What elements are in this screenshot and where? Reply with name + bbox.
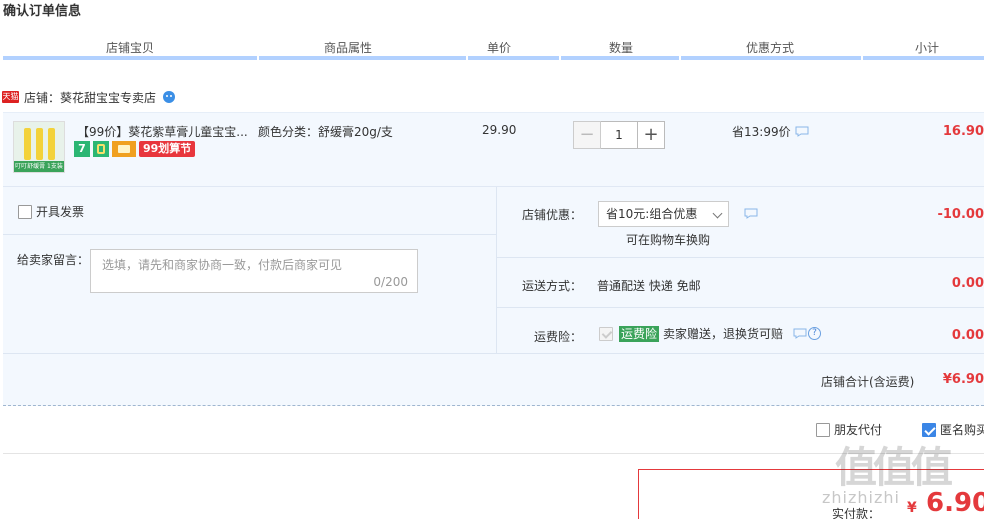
quantity-minus-button[interactable]: − (573, 121, 601, 149)
message-placeholder: 选填，请先和商家协商一致，付款后商家可见 (102, 258, 343, 272)
watermark-url: zhizhizhi (822, 488, 900, 507)
quantity-input[interactable]: 1 (601, 121, 637, 149)
col-shop-item: 店铺宝贝 (106, 41, 155, 55)
comment-icon[interactable] (744, 208, 758, 219)
invoice-option[interactable]: 开具发票 (18, 203, 84, 220)
col-bar (468, 56, 559, 60)
product-attribute: 颜色分类：舒缓膏20g/支 (258, 125, 393, 139)
promo-method: 省13:99价 (732, 123, 809, 140)
divider (3, 353, 984, 354)
insurance-value: 0.00 (951, 328, 984, 343)
col-bar (561, 56, 679, 60)
tmall-icon: 天猫 (2, 91, 19, 103)
divider (496, 187, 497, 353)
col-promo: 优惠方式 (746, 41, 795, 55)
shop-discount-value: -10.00 (937, 207, 984, 222)
item-subtotal: 16.90 (942, 124, 984, 139)
shop-discount-selected: 省10元:组合优惠 (606, 207, 698, 221)
promo-99-badge: 99划算节 (139, 141, 196, 157)
seller-message-input[interactable]: 选填，请先和商家协商一致，付款后商家可见 0/200 (90, 249, 418, 293)
thumbnail-caption: 叮叮舒缓膏 1支装 (14, 161, 64, 172)
shipping-value: 0.00 (951, 276, 984, 291)
message-char-count: 0/200 (373, 275, 408, 289)
shipping-label: 运送方式： (522, 279, 583, 293)
shop-row: 天猫 店铺：葵花甜宝宝专卖店 (2, 88, 176, 106)
promo-text: 省13:99价 (732, 125, 791, 139)
friend-pay-checkbox[interactable] (816, 422, 830, 437)
invoice-label: 开具发票 (36, 205, 85, 219)
column-header: 店铺宝贝 商品属性 单价 数量 优惠方式 小计 (0, 38, 984, 60)
insurance-label: 运费险： (534, 330, 583, 344)
quantity-plus-button[interactable]: + (637, 121, 665, 149)
order-item-row: 叮叮舒缓膏 1支装 【99价】葵花紫草膏儿童宝宝... 7 99划算节 颜色分类… (3, 112, 984, 186)
col-price: 单价 (487, 41, 512, 55)
comment-icon[interactable] (795, 126, 809, 137)
pay-currency: ¥ (907, 500, 917, 516)
help-icon[interactable]: ? (808, 327, 822, 340)
shop-discount-note[interactable]: 可在购物车换购 (626, 231, 710, 248)
divider (3, 234, 496, 235)
page-title: 确认订单信息 (3, 4, 82, 19)
shop-total-value: ¥6.90 (942, 372, 984, 387)
shop-discount-select[interactable]: 省10元:组合优惠 (598, 201, 729, 227)
shop-name[interactable]: 店铺：葵花甜宝宝专卖店 (24, 89, 156, 106)
seven-day-return-icon: 7 (74, 141, 90, 157)
service-badges: 7 99划算节 (74, 141, 196, 157)
col-subtotal: 小计 (915, 41, 940, 55)
col-qty: 数量 (609, 41, 634, 55)
product-title-link[interactable]: 【99价】葵花紫草膏儿童宝宝... (77, 123, 252, 140)
col-bar (681, 56, 861, 60)
wangwang-chat-icon[interactable] (162, 90, 176, 104)
chevron-down-icon (712, 208, 723, 219)
shop-total-label: 店铺合计(含运费) (821, 375, 915, 389)
quantity-stepper: − 1 + (573, 121, 665, 149)
invoice-checkbox[interactable] (18, 204, 32, 219)
insurance-row: 运费险 卖家赠送，退换货可赔 ? (599, 325, 822, 342)
col-bar (259, 56, 466, 60)
shop-discount-label: 店铺优惠： (522, 208, 583, 222)
order-options-panel: 开具发票 给卖家留言： 选填，请先和商家协商一致，付款后商家可见 0/200 店… (3, 186, 984, 406)
col-attr: 商品属性 (324, 41, 373, 55)
insurance-tag: 运费险 (619, 325, 660, 342)
product-thumbnail[interactable]: 叮叮舒缓膏 1支装 (13, 121, 65, 173)
insurance-text: 卖家赠送，退换货可赔 (663, 327, 784, 341)
guarantee-icon (93, 141, 109, 157)
col-bar (863, 56, 984, 60)
message-label: 给卖家留言： (17, 253, 90, 267)
watermark: 值值值 (835, 443, 953, 492)
col-bar (3, 56, 257, 60)
credit-card-icon (112, 141, 136, 157)
insurance-checkbox (599, 326, 613, 341)
divider (497, 257, 984, 258)
unit-price: 29.90 (482, 123, 517, 137)
divider (497, 307, 984, 308)
shipping-method: 普通配送 快递 免邮 (597, 279, 701, 293)
comment-icon[interactable] (793, 328, 807, 339)
pay-label: 实付款： (832, 507, 881, 519)
